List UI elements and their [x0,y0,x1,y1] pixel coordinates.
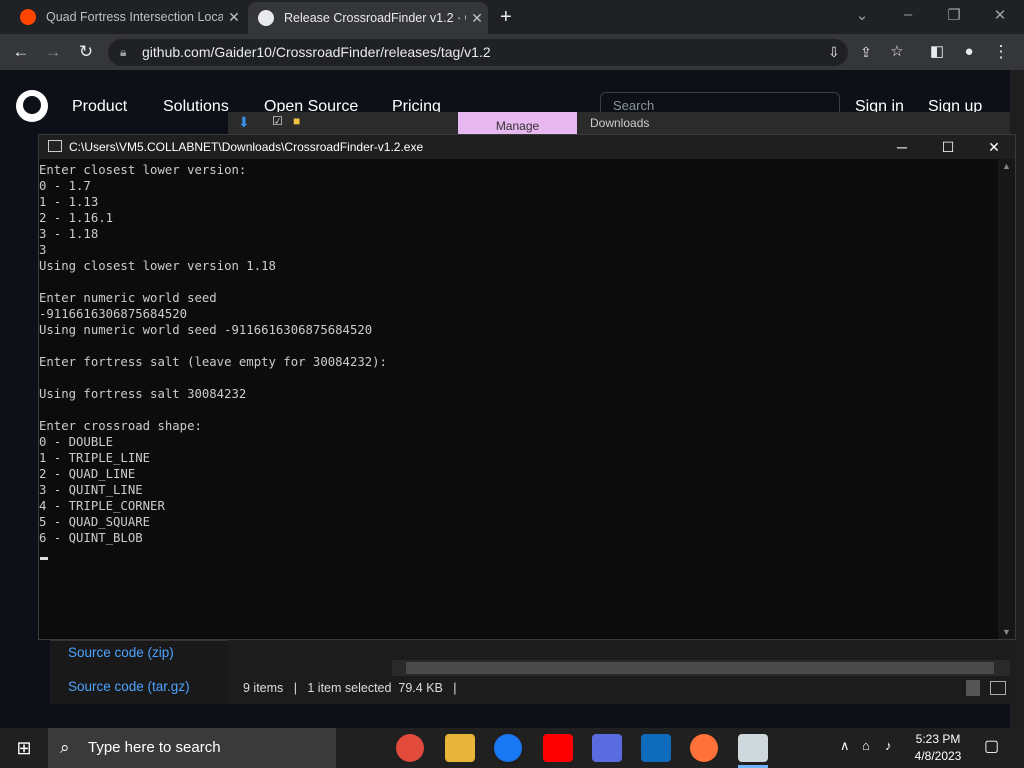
reload-icon[interactable]: ↻ [75,41,97,63]
bookmark-star-icon[interactable]: ☆ [886,41,908,63]
close-window-icon[interactable]: ✕ [980,6,1020,26]
notifications-icon[interactable]: ▢ [984,736,999,756]
browser-tab-quad-fortress[interactable]: Quad Fortress Intersection Locat ✕ [10,0,245,34]
console-line: 5 - QUAD_SQUARE [39,515,151,529]
console-line: 3 - 1.18 [39,227,99,241]
console-line: Enter fortress salt (leave empty for 300… [39,355,387,369]
network-icon[interactable]: ⌂ [862,738,870,753]
restore-icon[interactable]: ❐ [934,6,974,26]
console-minimize-icon[interactable]: ─ [879,135,925,159]
console-line: 4 - TRIPLE_CORNER [39,499,165,513]
chrome-icon[interactable] [396,734,424,762]
taskbar-search-box[interactable]: ⌕ Type here to search [48,728,336,768]
profile-icon[interactable]: ● [958,41,980,63]
reddit-icon [20,9,36,25]
details-view-icon[interactable] [966,680,980,696]
console-output[interactable]: Enter closest lower version: 0 - 1.7 1 - 1… [39,162,999,632]
properties-icon[interactable]: ☑ [272,114,283,128]
console-line: Using fortress salt 30084232 [39,387,247,401]
search-icon: ⌕ [60,738,70,757]
source-code-zip-link[interactable]: Source code (zip) [68,645,174,660]
clock-time: 5:23 PM [915,732,961,746]
outlook-icon[interactable] [641,734,671,762]
console-titlebar[interactable]: C:\Users\VM5.COLLABNET\Downloads\Crossro… [39,135,1015,159]
tab-title: Release CrossroadFinder v1.2 · G [284,11,466,25]
nav-product[interactable]: Product [72,98,127,116]
file-explorer-icon[interactable] [445,734,475,762]
share-icon[interactable]: ⇪ [855,41,877,63]
text-cursor [40,557,48,560]
github-icon [258,10,274,26]
scroll-up-icon[interactable]: ▲ [1002,161,1011,171]
console-line: 0 - 1.7 [39,179,91,193]
install-icon[interactable]: ⇩ [823,41,845,63]
console-title: C:\Users\VM5.COLLABNET\Downloads\Crossro… [69,140,424,154]
console-scrollbar[interactable]: ▲ ▼ [998,159,1015,639]
close-tab-icon[interactable]: ✕ [466,10,488,27]
console-taskbar-icon[interactable] [738,734,768,762]
menu-icon[interactable]: ⋮ [990,41,1012,63]
tiles-view-icon[interactable] [990,681,1006,695]
show-hidden-icons-icon[interactable]: ∧ [840,738,850,754]
back-icon[interactable]: ← [10,41,32,63]
address-bar[interactable]: 🔒︎ github.com/Gaider10/CrossroadFinder/r… [108,39,848,66]
forward-icon[interactable]: → [42,41,64,63]
volume-icon[interactable]: ♪ [885,738,892,753]
console-line: 0 - DOUBLE [39,435,114,449]
console-line: Enter closest lower version: [39,163,247,177]
youtube-icon[interactable] [543,734,573,762]
taskbar-clock[interactable]: 5:23 PM 4/8/2023 [902,731,974,765]
console-line: 2 - 1.16.1 [39,211,114,225]
browser-tab-release[interactable]: Release CrossroadFinder v1.2 · G ✕ [248,2,488,34]
explorer-scroll-thumb[interactable] [406,662,994,674]
scroll-down-icon[interactable]: ▼ [1002,627,1011,637]
console-line: 1 - TRIPLE_LINE [39,451,151,465]
lock-icon: 🔒︎ [120,45,127,59]
tab-search-icon[interactable]: ⌄ [842,6,882,26]
explorer-title-text: Downloads [590,116,650,130]
new-tab-button[interactable]: + [500,6,512,29]
github-logo-icon[interactable] [16,90,48,122]
side-panel-icon[interactable]: ◧ [926,41,948,63]
clock-date: 4/8/2023 [914,749,962,763]
console-maximize-icon[interactable]: ☐ [925,135,971,159]
console-line: 3 - QUINT_LINE [39,483,143,497]
console-window[interactable]: C:\Users\VM5.COLLABNET\Downloads\Crossro… [38,134,1016,640]
console-line: 3 [39,243,47,257]
facebook-icon[interactable] [494,734,522,762]
console-line: Using numeric world seed -91166163068756… [39,323,373,337]
windows-start-icon[interactable]: ⊞ [0,728,48,768]
taskbar-search-placeholder: Type here to search [88,739,221,756]
explorer-status-bar: 9 items | 1 item selected 79.4 KB | [243,681,457,695]
console-line: Enter numeric world seed [39,291,217,305]
console-line: Enter crossroad shape: [39,419,202,433]
folder-icon[interactable]: ■ [293,114,300,128]
source-code-targz-link[interactable]: Source code (tar.gz) [68,679,190,694]
console-line: 1 - 1.13 [39,195,99,209]
minimize-icon[interactable]: – [888,6,928,26]
tab-title: Quad Fortress Intersection Locat [46,10,223,24]
close-tab-icon[interactable]: ✕ [223,9,245,26]
firefox-icon[interactable] [690,734,718,762]
manage-ribbon-tab[interactable]: Manage [458,112,577,134]
console-app-icon [48,140,62,152]
url-text: github.com/Gaider10/CrossroadFinder/rele… [142,44,491,60]
nav-solutions[interactable]: Solutions [163,98,229,116]
console-line: -9116616306875684520 [39,307,188,321]
console-line: 2 - QUAD_LINE [39,467,136,481]
console-close-icon[interactable]: ✕ [971,135,1017,159]
console-line: Using closest lower version 1.18 [39,259,276,273]
console-line: 6 - QUINT_BLOB [39,531,143,545]
copilot-icon[interactable] [592,734,622,762]
download-arrow-icon: ⬇ [238,114,250,130]
